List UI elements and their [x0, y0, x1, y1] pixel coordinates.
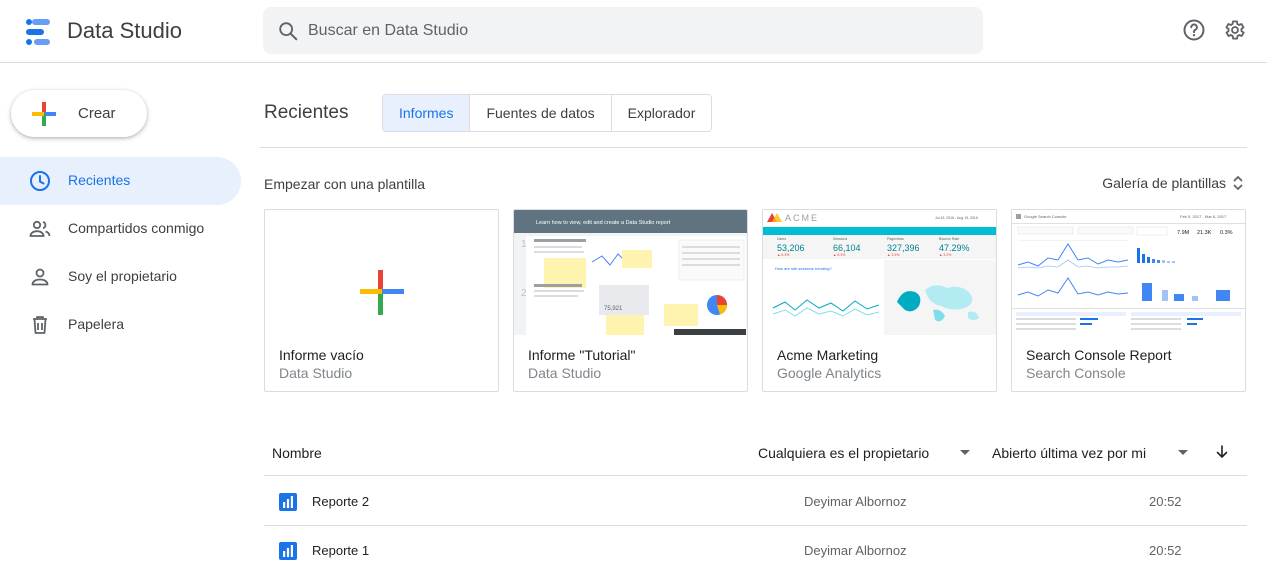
acme-preview: ACME Jul 19, 2016 - Aug 15, 2016 Users 5…: [763, 210, 996, 335]
sc-brand: Google Search Console: [1024, 214, 1067, 219]
tutorial-preview: Learn how to view, edit and create a Dat…: [514, 210, 747, 335]
svg-text:2: 2: [521, 288, 527, 299]
sidebar-item-label: Soy el propietario: [68, 268, 177, 284]
plus-icon: [32, 102, 56, 126]
help-icon[interactable]: [1182, 18, 1206, 42]
search-icon[interactable]: [277, 20, 299, 42]
tab-bar: Informes Fuentes de datos Explorador: [382, 94, 713, 132]
people-icon: [29, 220, 51, 237]
sc-kpi: 7.9M: [1177, 230, 1190, 236]
clock-icon: [30, 171, 50, 191]
acme-kpi-value: 47.29%: [939, 243, 970, 253]
search-input[interactable]: [308, 7, 968, 54]
template-thumbnail: Google Search Console Feb 5, 2017 - Mar …: [1012, 210, 1245, 335]
sidebar-item-label: Recientes: [68, 172, 131, 188]
template-thumbnail: Learn how to view, edit and create a Dat…: [514, 210, 747, 335]
report-owner: Deyimar Albornoz: [804, 494, 907, 509]
acme-kpi-value: 327,396: [887, 243, 920, 253]
report-owner: Deyimar Albornoz: [804, 543, 907, 558]
tab-explorador[interactable]: Explorador: [611, 95, 712, 131]
report-icon: [279, 542, 297, 560]
table-row[interactable]: Reporte 1 Deyimar Albornoz 20:52: [264, 526, 1247, 567]
create-label: Crear: [78, 105, 116, 122]
template-subtitle: Google Analytics: [777, 365, 882, 381]
tab-fuentes-de-datos[interactable]: Fuentes de datos: [470, 95, 612, 131]
table-row[interactable]: Reporte 2 Deyimar Albornoz 20:52: [264, 477, 1247, 526]
template-title: Search Console Report: [1026, 347, 1172, 363]
app-title[interactable]: Data Studio: [67, 18, 182, 44]
sidebar-item-compartidos[interactable]: Compartidos conmigo: [0, 205, 241, 253]
acme-kpi-value: 66,104: [833, 243, 861, 253]
acme-kpi-delta: ▲ 3.2%: [939, 253, 951, 257]
divider: [260, 147, 1247, 148]
report-icon: [279, 493, 297, 511]
search-console-preview: Google Search Console Feb 5, 2017 - Mar …: [1012, 210, 1245, 335]
template-title: Informe vacío: [279, 347, 364, 363]
template-thumbnail: [265, 210, 498, 335]
tab-informes[interactable]: Informes: [383, 95, 471, 131]
data-studio-logo-icon[interactable]: [24, 17, 54, 47]
owner-filter-dropdown[interactable]: Cualquiera es el propietario: [758, 445, 929, 461]
search-bar[interactable]: [263, 7, 983, 54]
sidebar-item-recientes[interactable]: Recientes: [0, 157, 241, 205]
template-gallery-toggle[interactable]: Galería de plantillas: [1102, 175, 1244, 191]
tutorial-metric: 75,921: [604, 306, 623, 312]
report-last-opened: 20:52: [1149, 543, 1182, 558]
chevron-down-icon[interactable]: [960, 450, 970, 455]
templates-heading: Empezar con una plantilla: [264, 176, 426, 192]
arrow-down-icon[interactable]: [1214, 444, 1230, 460]
person-icon: [31, 268, 49, 286]
acme-kpi-delta: ▲ 6.3%: [777, 253, 789, 257]
template-subtitle: Search Console: [1026, 365, 1126, 381]
acme-kpi-label: Bounce Rate: [939, 237, 959, 241]
sidebar-item-label: Compartidos conmigo: [68, 220, 205, 236]
template-card-tutorial[interactable]: Learn how to view, edit and create a Dat…: [513, 209, 748, 392]
template-card-search-console[interactable]: Google Search Console Feb 5, 2017 - Mar …: [1011, 209, 1246, 392]
acme-kpi-delta: ▲ 6.3%: [833, 253, 845, 257]
acme-kpi-label: Users: [777, 237, 786, 241]
sc-dates: Feb 5, 2017 - Mar 6, 2017: [1180, 214, 1227, 219]
template-title: Acme Marketing: [777, 347, 879, 363]
trash-icon: [33, 316, 47, 334]
sort-by-dropdown[interactable]: Abierto última vez por mi: [992, 445, 1146, 461]
template-card-blank[interactable]: Informe vacío Data Studio: [264, 209, 499, 392]
acme-kpi-value: 53,206: [777, 243, 805, 253]
list-header: Nombre Cualquiera es el propietario Abie…: [264, 428, 1247, 476]
report-name[interactable]: Reporte 1: [312, 543, 369, 558]
report-last-opened: 20:52: [1149, 494, 1182, 509]
create-button[interactable]: Crear: [11, 90, 147, 137]
acme-kpi-delta: ▲ 3.5%: [887, 253, 899, 257]
sidebar-item-label: Papelera: [68, 316, 125, 332]
sidebar-item-propietario[interactable]: Soy el propietario: [0, 253, 241, 301]
acme-kpi-label: Pageviews: [887, 237, 904, 241]
column-name[interactable]: Nombre: [272, 445, 322, 461]
app-header: Data Studio: [0, 0, 1267, 63]
unfold-icon: [1233, 175, 1243, 191]
page-title: Recientes: [264, 102, 349, 123]
acme-question: How are site sessions trending?: [775, 266, 832, 271]
template-card-acme[interactable]: ACME Jul 19, 2016 - Aug 15, 2016 Users 5…: [762, 209, 997, 392]
acme-kpi-label: Sessions: [833, 237, 847, 241]
svg-text:1: 1: [521, 239, 527, 250]
acme-dates: Jul 19, 2016 - Aug 15, 2016: [935, 216, 978, 220]
template-subtitle: Data Studio: [279, 365, 353, 381]
plus-icon: [360, 270, 404, 315]
template-title: Informe "Tutorial": [528, 347, 636, 363]
chevron-down-icon[interactable]: [1178, 450, 1188, 455]
settings-icon[interactable]: [1222, 18, 1246, 42]
sc-kpi: 21.3K: [1197, 230, 1212, 236]
sidebar-item-papelera[interactable]: Papelera: [0, 301, 241, 349]
report-name[interactable]: Reporte 2: [312, 494, 369, 509]
template-thumbnail: ACME Jul 19, 2016 - Aug 15, 2016 Users 5…: [763, 210, 996, 335]
sc-kpi: 0.3%: [1220, 230, 1233, 236]
tutorial-banner: Learn how to view, edit and create a Dat…: [536, 220, 671, 226]
gallery-label: Galería de plantillas: [1102, 175, 1226, 191]
template-subtitle: Data Studio: [528, 365, 602, 381]
acme-brand: ACME: [785, 213, 819, 223]
